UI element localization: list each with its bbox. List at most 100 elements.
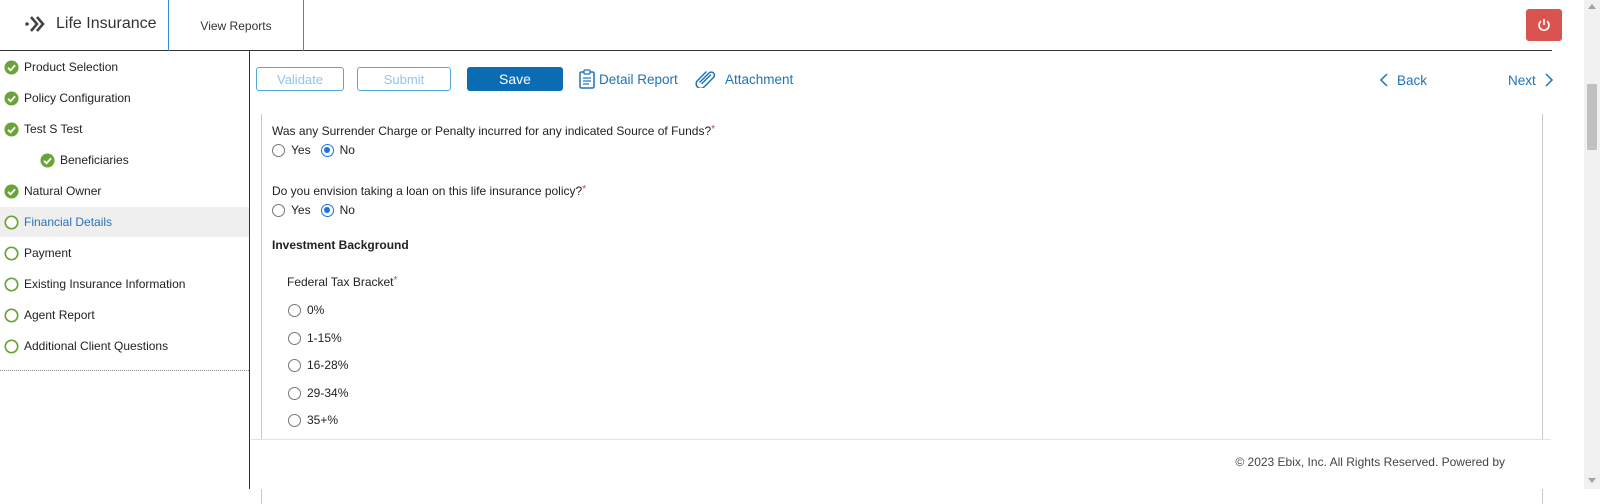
sidebar-item-label: Product Selection <box>24 60 119 74</box>
save-button[interactable]: Save <box>467 67 563 91</box>
sidebar-item-label: Payment <box>24 246 72 260</box>
main-content: Validate Submit Save Detail Report Attac… <box>251 51 1554 504</box>
surrender-no-radio[interactable] <box>320 143 334 157</box>
detail-report-link[interactable]: Detail Report <box>579 66 678 92</box>
tax-bracket-option[interactable]: 0% <box>288 303 324 317</box>
sidebar-item-label: Existing Insurance Information <box>24 277 186 291</box>
surrender-no-label: No <box>339 143 355 157</box>
next-label: Next <box>1508 72 1536 88</box>
sidebar-item-test-s-test[interactable]: Test S Test <box>0 114 249 144</box>
sidebar-item-natural-owner[interactable]: Natural Owner <box>0 176 249 206</box>
toolbar: Validate Submit Save Detail Report Attac… <box>251 51 1554 111</box>
check-circle-icon <box>4 183 19 199</box>
sidebar-item-beneficiaries[interactable]: Beneficiaries <box>0 145 249 175</box>
footer: © 2023 Ebix, Inc. All Rights Reserved. P… <box>251 439 1551 489</box>
empty-circle-icon <box>4 276 19 292</box>
check-circle-icon <box>40 152 55 168</box>
submit-button[interactable]: Submit <box>357 67 451 91</box>
validate-button-label: Validate <box>276 71 323 87</box>
tax-bracket-0-label: 0% <box>307 303 325 317</box>
loan-no-radio[interactable] <box>320 203 334 217</box>
submit-button-label: Submit <box>383 71 425 87</box>
tax-bracket-35-label: 35+% <box>307 413 339 427</box>
empty-circle-icon <box>4 245 19 261</box>
check-circle-icon <box>4 121 19 137</box>
question-surrender-charge: Was any Surrender Charge or Penalty incu… <box>272 124 715 138</box>
sidebar-item-label: Additional Client Questions <box>24 339 169 353</box>
tax-bracket-0-radio[interactable] <box>288 303 301 317</box>
sidebar-item-label: Financial Details <box>24 215 113 229</box>
logout-button[interactable] <box>1526 9 1562 41</box>
tax-bracket-1-15-radio[interactable] <box>288 331 301 345</box>
back-label: Back <box>1397 72 1428 88</box>
validate-button[interactable]: Validate <box>256 67 344 91</box>
app-logo[interactable]: Life Insurance <box>24 12 157 36</box>
sidebar: Product Selection Policy Configuration Tes… <box>0 51 250 489</box>
chevron-left-icon <box>1379 73 1388 87</box>
attachment-link[interactable]: Attachment <box>695 66 793 92</box>
sidebar-item-financial-details[interactable]: Financial Details <box>0 207 249 237</box>
check-circle-icon <box>4 59 19 75</box>
loan-options: Yes No <box>272 203 355 217</box>
tax-bracket-option[interactable]: 16-28% <box>288 358 348 372</box>
scroll-down-arrow-icon[interactable] <box>1588 478 1596 483</box>
back-button[interactable]: Back <box>1379 69 1427 91</box>
tab-view-reports-label: View Reports <box>200 18 272 33</box>
next-button[interactable]: Next <box>1508 69 1554 91</box>
sidebar-item-additional-client-questions[interactable]: Additional Client Questions <box>0 331 249 361</box>
save-button-label: Save <box>499 71 531 87</box>
tax-bracket-1-15-label: 1-15% <box>307 331 342 345</box>
loan-yes-radio[interactable] <box>272 203 285 217</box>
paperclip-icon <box>695 71 716 88</box>
sidebar-item-label: Natural Owner <box>24 184 102 198</box>
required-marker: * <box>582 184 587 195</box>
tax-bracket-35-radio[interactable] <box>288 413 301 427</box>
tax-bracket-option[interactable]: 35+% <box>288 413 338 427</box>
question-surrender-charge-text: Was any Surrender Charge or Penalty incu… <box>272 124 712 138</box>
app-title: Life Insurance <box>56 15 157 32</box>
question-loan-text: Do you envision taking a loan on this li… <box>272 184 583 198</box>
required-marker: * <box>711 124 716 135</box>
section-title-investment-background: Investment Background <box>272 238 409 252</box>
power-icon <box>1538 19 1550 31</box>
empty-circle-icon <box>4 338 19 354</box>
tax-bracket-option[interactable]: 1-15% <box>288 331 342 345</box>
sidebar-item-policy-configuration[interactable]: Policy Configuration <box>0 83 249 113</box>
chevron-right-icon <box>1545 73 1553 87</box>
sidebar-item-label: Agent Report <box>24 308 95 322</box>
question-loan: Do you envision taking a loan on this li… <box>272 184 586 198</box>
app-header: Life Insurance View Reports <box>0 0 1562 51</box>
loan-yes-label: Yes <box>291 203 311 217</box>
required-marker: * <box>393 275 398 286</box>
logo-chevron-icon <box>25 16 45 32</box>
tax-bracket-16-28-label: 16-28% <box>307 358 349 372</box>
detail-report-label: Detail Report <box>599 71 678 87</box>
scroll-up-arrow-icon[interactable] <box>1588 4 1596 9</box>
tax-bracket-29-34-radio[interactable] <box>288 386 301 400</box>
sidebar-item-label: Beneficiaries <box>60 153 129 167</box>
federal-tax-bracket-text: Federal Tax Bracket <box>287 275 394 289</box>
footer-copyright: © 2023 Ebix, Inc. All Rights Reserved. P… <box>1235 455 1505 469</box>
sidebar-item-agent-report[interactable]: Agent Report <box>0 300 249 330</box>
loan-no-label: No <box>339 203 355 217</box>
tab-view-reports[interactable]: View Reports <box>168 0 304 51</box>
check-circle-icon <box>4 90 19 106</box>
surrender-yes-radio[interactable] <box>272 143 285 157</box>
clipboard-icon <box>579 69 595 89</box>
surrender-yes-label: Yes <box>291 143 311 157</box>
empty-circle-icon <box>4 307 19 323</box>
tax-bracket-16-28-radio[interactable] <box>288 358 301 372</box>
scroll-thumb[interactable] <box>1587 84 1597 150</box>
sidebar-item-label: Policy Configuration <box>24 91 131 105</box>
federal-tax-bracket-label: Federal Tax Bracket* <box>287 275 397 289</box>
sidebar-item-existing-insurance-information[interactable]: Existing Insurance Information <box>0 269 249 299</box>
sidebar-item-payment[interactable]: Payment <box>0 238 249 268</box>
attachment-label: Attachment <box>725 71 794 87</box>
tax-bracket-option[interactable]: 29-34% <box>288 386 348 400</box>
sidebar-item-label: Test S Test <box>24 122 83 136</box>
sidebar-item-product-selection[interactable]: Product Selection <box>0 52 249 82</box>
tax-bracket-29-34-label: 29-34% <box>307 386 349 400</box>
page-scrollbar[interactable] <box>1584 0 1600 489</box>
surrender-charge-options: Yes No <box>272 143 355 157</box>
empty-circle-icon <box>4 214 19 230</box>
